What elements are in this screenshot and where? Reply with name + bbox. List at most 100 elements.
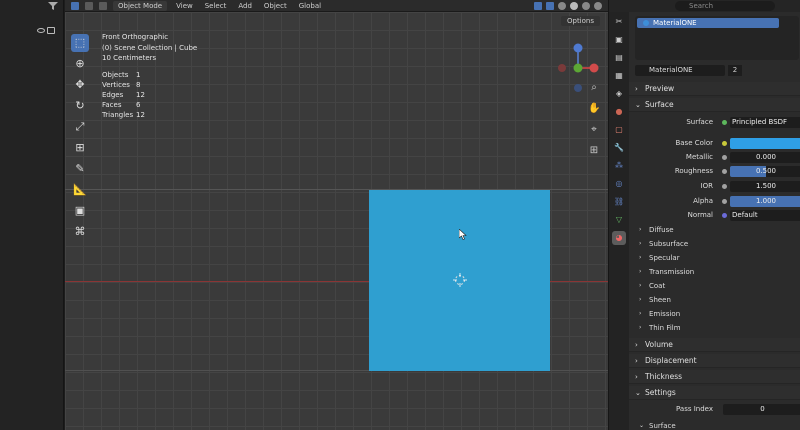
3d-viewport[interactable]: Options ⬚ ⊕ ✥ ↻ ⤢ ⊞ ✎ 📐 ▣ ⌘ Front Orthog… <box>65 12 608 430</box>
scale-tool-icon[interactable]: ⤢ <box>71 118 89 136</box>
displacement-panel-header[interactable]: › Displacement <box>629 354 800 368</box>
chevron-down-icon: ⌄ <box>639 422 645 429</box>
subpanel-label: Coat <box>649 282 666 290</box>
subpanel-label: Sheen <box>649 296 671 304</box>
menu-add[interactable]: Add <box>235 2 255 10</box>
transform-tool-icon[interactable]: ⊞ <box>71 139 89 157</box>
subpanel-label: Surface <box>649 422 676 430</box>
orientation-dropdown[interactable]: Global <box>296 2 324 10</box>
volume-panel-header[interactable]: › Volume <box>629 338 800 352</box>
grid-view-icon[interactable]: ⊞ <box>588 145 600 157</box>
material-name-field[interactable]: MaterialONE <box>635 64 725 76</box>
select-tool-icon[interactable]: ⬚ <box>71 34 89 52</box>
subpanel-thin-film[interactable]: › Thin Film <box>629 322 800 334</box>
value-socket-icon <box>722 184 727 189</box>
blender-window: Object Mode View Select Add Object Globa… <box>0 0 800 430</box>
render-camera-icon[interactable] <box>47 27 55 34</box>
material-users-count[interactable]: 2 <box>728 64 742 76</box>
wireframe-shading-icon[interactable] <box>558 1 566 10</box>
properties-editor: Search ✂ ▣ ▤ ▦ ◈ ● ▢ 🔧 ⁂ ◎ ⛓ ▽ ◕ Materia… <box>608 0 800 430</box>
roughness-slider[interactable]: 0.500 <box>730 166 800 177</box>
chevron-right-icon: › <box>639 254 642 261</box>
subpanel-coat[interactable]: › Coat <box>629 280 800 292</box>
select-extend-icon[interactable] <box>85 1 93 10</box>
overlay-toggle-icon[interactable] <box>546 1 554 10</box>
pass-index-label: Pass Index <box>676 405 713 413</box>
collection-label: (0) Scene Collection | Cube <box>102 43 198 52</box>
stat-label: Objects <box>102 71 129 79</box>
particles-tab-icon[interactable]: ⁂ <box>612 159 626 173</box>
settings-label: Settings <box>645 388 676 397</box>
material-tab-icon[interactable]: ◕ <box>612 231 626 245</box>
output-tab-icon[interactable]: ▤ <box>612 51 626 65</box>
alpha-slider[interactable]: 1.000 <box>730 196 800 207</box>
subpanel-emission[interactable]: › Emission <box>629 308 800 320</box>
camera-view-icon[interactable]: ⌖ <box>588 124 600 136</box>
extra-tool-icon[interactable]: ⌘ <box>71 223 89 241</box>
ior-field[interactable]: 1.500 <box>730 181 800 192</box>
surface-label: Surface <box>645 100 674 109</box>
material-shading-icon[interactable] <box>582 1 590 10</box>
menu-select[interactable]: Select <box>202 2 230 10</box>
shader-socket-icon <box>722 120 727 125</box>
modifier-tab-icon[interactable]: 🔧 <box>612 141 626 155</box>
object-tab-icon[interactable]: ▢ <box>612 123 626 137</box>
menu-view[interactable]: View <box>173 2 196 10</box>
settings-panel-header[interactable]: ⌄ Settings <box>629 386 800 400</box>
pan-hand-icon[interactable]: ✋ <box>588 103 600 115</box>
zoom-icon[interactable]: ⌕ <box>588 82 600 94</box>
tool-tab-icon[interactable]: ✂ <box>612 15 626 29</box>
properties-search[interactable]: Search <box>675 1 775 11</box>
surface-panel-header[interactable]: ⌄ Surface <box>629 98 800 112</box>
pass-index-field[interactable]: 0 <box>723 404 800 415</box>
scene-tab-icon[interactable]: ◈ <box>612 87 626 101</box>
preview-panel-header[interactable]: › Preview <box>629 82 800 96</box>
subpanel-subsurface[interactable]: › Subsurface <box>629 238 800 250</box>
measure-tool-icon[interactable]: 📐 <box>71 181 89 199</box>
filter-icon[interactable] <box>48 2 58 10</box>
settings-surface-subpanel[interactable]: ⌄ Surface <box>629 420 800 430</box>
rotate-tool-icon[interactable]: ↻ <box>71 97 89 115</box>
subpanel-sheen[interactable]: › Sheen <box>629 294 800 306</box>
material-datablock-row: MaterialONE 2 <box>635 64 800 76</box>
metallic-field[interactable]: 0.000 <box>730 152 800 163</box>
rendered-shading-icon[interactable] <box>594 1 602 10</box>
move-tool-icon[interactable]: ✥ <box>71 76 89 94</box>
subpanel-specular[interactable]: › Specular <box>629 252 800 264</box>
subpanel-label: Diffuse <box>649 226 674 234</box>
annotate-tool-icon[interactable]: ✎ <box>71 160 89 178</box>
gizmo-toggle-icon[interactable] <box>534 1 542 10</box>
thickness-panel-header[interactable]: › Thickness <box>629 370 800 384</box>
view-layer-tab-icon[interactable]: ▦ <box>612 69 626 83</box>
data-tab-icon[interactable]: ▽ <box>612 213 626 227</box>
world-tab-icon[interactable]: ● <box>612 105 626 119</box>
material-slot-list[interactable]: MaterialONE <box>635 16 799 60</box>
chevron-down-icon: ⌄ <box>635 389 641 397</box>
surface-shader-field[interactable]: Principled BSDF <box>730 117 800 128</box>
chevron-right-icon: › <box>639 282 642 289</box>
normal-field[interactable]: Default <box>730 210 800 221</box>
base-color-swatch[interactable] <box>730 138 800 149</box>
cursor-tool-icon[interactable]: ⊕ <box>71 55 89 73</box>
add-cube-tool-icon[interactable]: ▣ <box>71 202 89 220</box>
constraints-tab-icon[interactable]: ⛓ <box>612 195 626 209</box>
solid-shading-icon[interactable] <box>570 1 578 10</box>
menu-object[interactable]: Object <box>261 2 290 10</box>
material-slot[interactable]: MaterialONE <box>637 18 779 28</box>
options-dropdown[interactable]: Options <box>560 16 600 26</box>
subpanel-label: Specular <box>649 254 680 262</box>
normal-label: Normal <box>687 211 713 219</box>
visibility-eye-icon[interactable] <box>37 28 45 33</box>
select-subtract-icon[interactable] <box>99 1 107 10</box>
chevron-right-icon: › <box>639 240 642 247</box>
render-tab-icon[interactable]: ▣ <box>612 33 626 47</box>
subpanel-transmission[interactable]: › Transmission <box>629 266 800 278</box>
viewport-info: Front Orthographic (0) Scene Collection … <box>102 32 197 64</box>
physics-tab-icon[interactable]: ◎ <box>612 177 626 191</box>
subpanel-diffuse[interactable]: › Diffuse <box>629 224 800 236</box>
thickness-label: Thickness <box>645 372 683 381</box>
mode-dropdown[interactable]: Object Mode <box>113 0 168 11</box>
select-box-mode-icon[interactable] <box>71 1 79 10</box>
roughness-row: Roughness 0.500 <box>629 166 800 177</box>
value-socket-icon <box>722 199 727 204</box>
